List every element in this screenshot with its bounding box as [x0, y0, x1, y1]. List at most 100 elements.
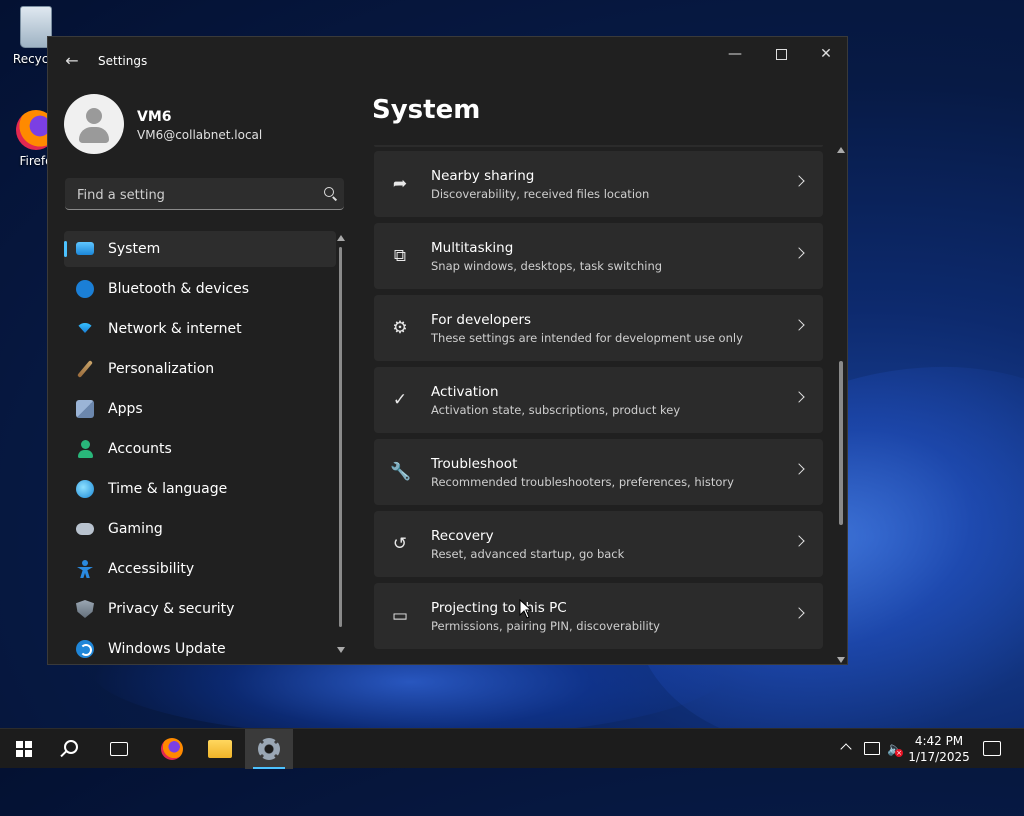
task-view-button[interactable] [96, 729, 144, 769]
wifi-icon [76, 320, 94, 338]
projecting-icon: ▭ [391, 606, 409, 626]
chevron-right-icon [793, 391, 805, 403]
share-icon: ➦ [392, 174, 408, 194]
card-title: Multitasking [431, 240, 514, 256]
sidebar-item-accounts[interactable]: Accounts [64, 431, 336, 467]
taskbar-search-button[interactable] [48, 729, 96, 769]
sidebar-item-network[interactable]: Network & internet [64, 311, 336, 347]
card-multitasking[interactable]: ⧉ Multitasking Snap windows, desktops, t… [374, 223, 823, 289]
gear-icon [258, 738, 280, 760]
chevron-right-icon [793, 535, 805, 547]
taskbar-settings[interactable] [245, 729, 293, 769]
sidebar-item-label: Accessibility [108, 561, 195, 577]
bluetooth-icon [76, 280, 94, 298]
search-input[interactable] [75, 184, 309, 206]
network-icon[interactable] [864, 742, 880, 755]
chevron-right-icon [793, 319, 805, 331]
sidebar-item-system[interactable]: System [64, 231, 336, 267]
chevron-up-icon[interactable] [840, 743, 852, 755]
card-title: Troubleshoot [431, 456, 518, 472]
clock-time: 4:42 PM [914, 734, 964, 748]
taskbar: 🔈 × 4:42 PM 1/17/2025 [0, 728, 1024, 769]
card-title: Nearby sharing [431, 168, 535, 184]
update-icon [76, 640, 94, 658]
settings-list: ➦ Nearby sharing Discoverability, receiv… [374, 145, 823, 665]
chevron-right-icon [793, 247, 805, 259]
chevron-right-icon [793, 463, 805, 475]
chevron-right-icon [793, 175, 805, 187]
user-name: VM6 [137, 109, 172, 125]
system-icon [76, 242, 94, 255]
sidebar-item-time-language[interactable]: Time & language [64, 471, 336, 507]
accounts-icon [76, 440, 94, 458]
sidebar-item-label: Personalization [108, 361, 215, 377]
minimize-button[interactable]: — [712, 37, 758, 71]
sidebar-item-gaming[interactable]: Gaming [64, 511, 336, 547]
sidebar-item-label: Accounts [108, 441, 172, 457]
card-troubleshoot[interactable]: 🔧 Troubleshoot Recommended troubleshoote… [374, 439, 823, 505]
mute-badge-icon: × [895, 749, 903, 757]
card-subtitle: Recommended troubleshooters, preferences… [431, 475, 734, 489]
settings-window: ← Settings — ✕ VM6 VM6@collabnet.local S… [47, 36, 848, 665]
card-subtitle: Snap windows, desktops, task switching [431, 259, 663, 273]
sidebar-item-privacy-security[interactable]: Privacy & security [64, 591, 336, 627]
windows-logo-icon [16, 741, 32, 757]
scroll-down-icon[interactable] [837, 657, 845, 663]
card-recovery[interactable]: ↺ Recovery Reset, advanced startup, go b… [374, 511, 823, 577]
sidebar-nav: System Bluetooth & devices Network & int… [64, 231, 336, 671]
card-title: Recovery [431, 528, 494, 544]
maximize-button[interactable] [758, 37, 804, 71]
sidebar-item-label: Windows Update [108, 641, 226, 657]
scroll-up-icon[interactable] [337, 235, 345, 241]
developer-tools-icon: ⚙ [392, 318, 408, 338]
card-partial [374, 145, 823, 147]
taskbar-clock[interactable]: 4:42 PM 1/17/2025 [906, 733, 972, 765]
notifications-icon[interactable] [983, 741, 1001, 756]
window-title: Settings [98, 54, 148, 68]
avatar[interactable] [64, 94, 124, 154]
clock-date: 1/17/2025 [908, 750, 970, 764]
card-for-developers[interactable]: ⚙ For developers These settings are inte… [374, 295, 823, 361]
sidebar-item-label: Bluetooth & devices [108, 281, 250, 297]
sidebar-item-label: Apps [108, 401, 143, 417]
scrollbar-thumb[interactable] [339, 247, 342, 627]
card-subtitle: Permissions, pairing PIN, discoverabilit… [431, 619, 660, 633]
sidebar-item-personalization[interactable]: Personalization [64, 351, 336, 387]
page-title: System [372, 95, 481, 125]
sidebar-item-label: Time & language [108, 481, 228, 497]
sidebar-item-apps[interactable]: Apps [64, 391, 336, 427]
main-scrollbar[interactable] [836, 145, 846, 665]
card-projecting[interactable]: ▭ Projecting to this PC Permissions, pai… [374, 583, 823, 649]
card-title: For developers [431, 312, 532, 328]
card-nearby-sharing[interactable]: ➦ Nearby sharing Discoverability, receiv… [374, 151, 823, 217]
shield-icon [76, 600, 94, 618]
chevron-right-icon [793, 607, 805, 619]
multitasking-icon: ⧉ [393, 246, 407, 266]
firefox-icon [161, 738, 183, 760]
sidebar-item-windows-update[interactable]: Windows Update [64, 631, 336, 667]
start-button[interactable] [0, 729, 48, 769]
card-subtitle: Discoverability, received files location [431, 187, 650, 201]
folder-icon [208, 740, 232, 758]
gamepad-icon [76, 523, 94, 535]
card-subtitle: Activation state, subscriptions, product… [431, 403, 681, 417]
scroll-down-icon[interactable] [337, 647, 345, 653]
back-arrow-icon[interactable]: ← [62, 51, 82, 71]
scrollbar-thumb[interactable] [839, 361, 843, 525]
card-activation[interactable]: ✓ Activation Activation state, subscript… [374, 367, 823, 433]
close-button[interactable]: ✕ [803, 37, 849, 71]
taskbar-file-explorer[interactable] [196, 729, 244, 769]
title-bar: ← Settings — ✕ [48, 37, 847, 85]
sidebar-item-label: Network & internet [108, 321, 242, 337]
search-icon [64, 740, 78, 754]
sidebar-item-accessibility[interactable]: Accessibility [64, 551, 336, 587]
search-box[interactable] [65, 178, 344, 210]
scroll-up-icon[interactable] [837, 147, 845, 153]
taskbar-firefox[interactable] [148, 729, 196, 769]
sidebar-item-bluetooth[interactable]: Bluetooth & devices [64, 271, 336, 307]
search-icon[interactable] [324, 187, 334, 197]
card-title: Activation [431, 384, 499, 400]
sidebar-scrollbar[interactable] [337, 233, 345, 655]
wrench-icon: 🔧 [390, 462, 412, 482]
card-subtitle: Reset, advanced startup, go back [431, 547, 625, 561]
